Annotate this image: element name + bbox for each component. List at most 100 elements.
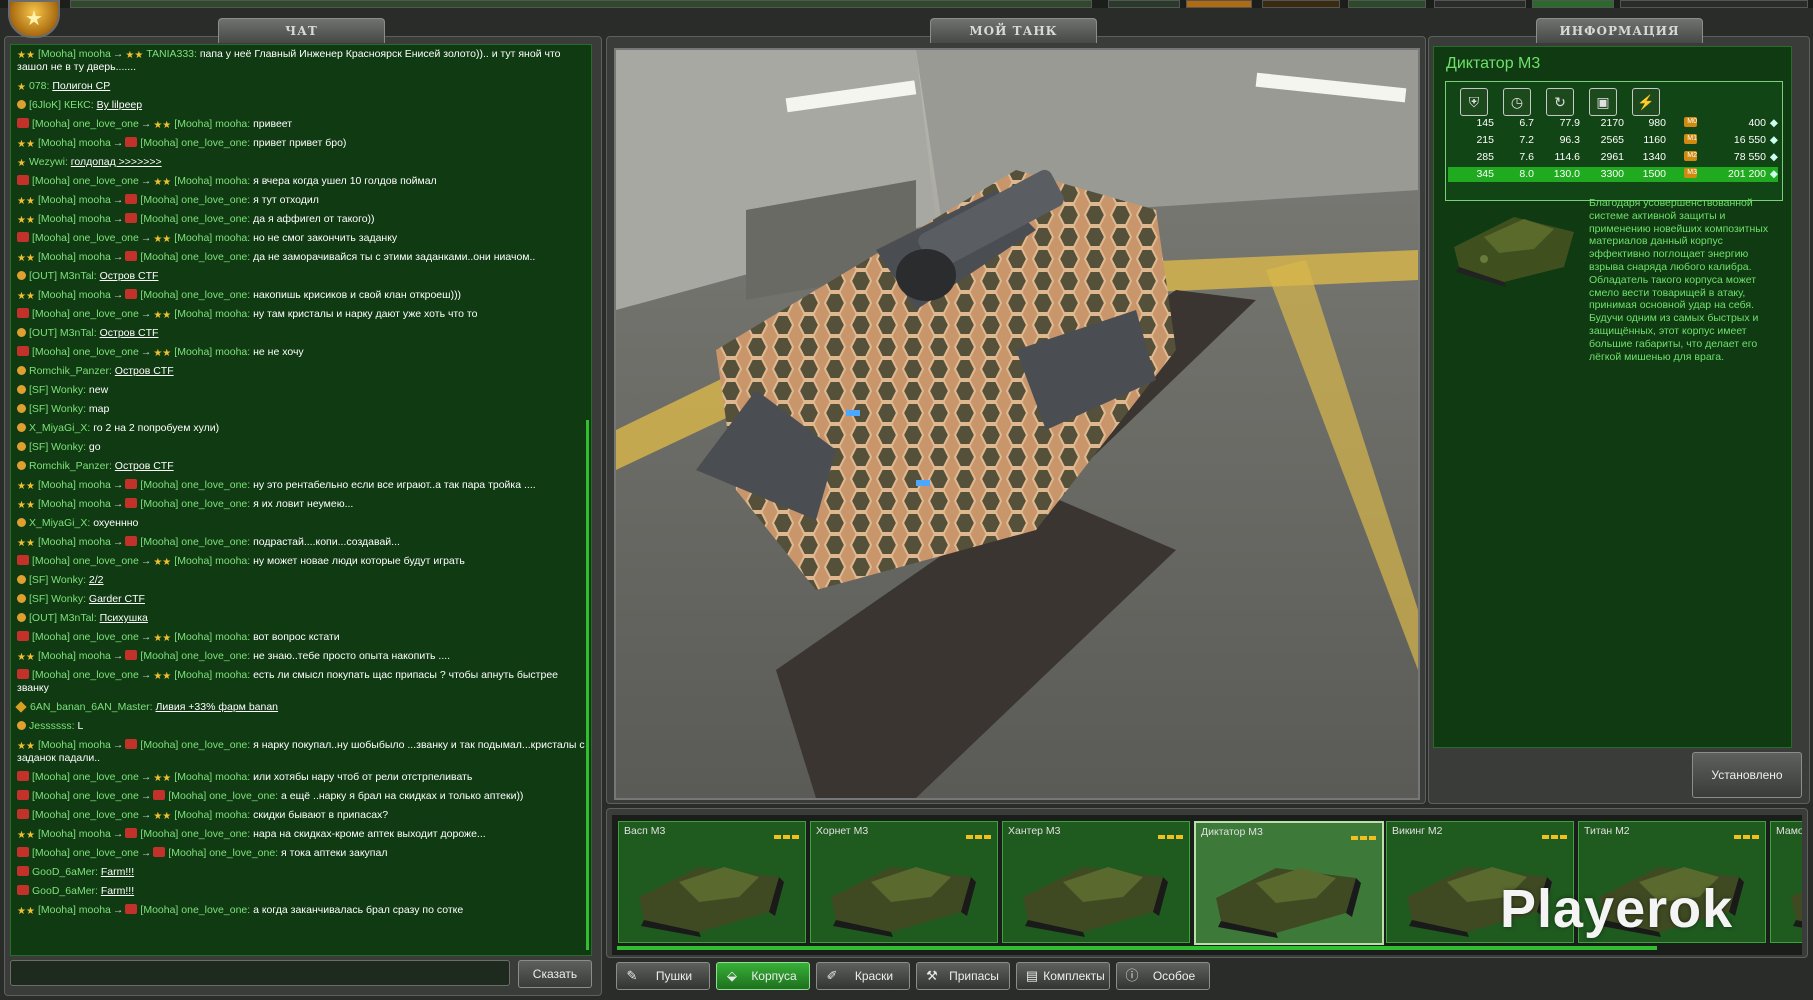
item-list-scrollbar[interactable] <box>617 946 1657 950</box>
chat-recipient[interactable]: [Mooha] one_love_one: <box>140 536 250 548</box>
category-button-3[interactable]: ⚒ Припасы <box>916 962 1010 990</box>
category-button-0[interactable]: ✎ Пушки <box>616 962 710 990</box>
battle-link[interactable]: Остров CTF <box>100 270 159 282</box>
item-card[interactable]: Мамо <box>1770 821 1802 943</box>
chat-recipient[interactable]: [Mooha] mooha: <box>174 175 250 187</box>
category-button-2[interactable]: ✐ Краски <box>816 962 910 990</box>
chat-sender[interactable]: [Mooha] mooha <box>38 650 111 662</box>
chat-recipient[interactable]: [Mooha] mooha: <box>174 669 250 681</box>
chat-sender[interactable]: [OUT] M3nTal: <box>29 270 97 282</box>
chat-sender[interactable]: [Mooha] one_love_one <box>32 809 139 821</box>
rank-emblem-icon[interactable]: ★ <box>8 0 60 38</box>
chat-recipient[interactable]: [Mooha] one_love_one: <box>140 498 250 510</box>
modification-row[interactable]: 215 7.2 96.3 2565 1160 M1 16 550 ◆ <box>1448 133 1778 148</box>
chat-sender[interactable]: Romchik_Panzer: <box>29 365 112 377</box>
chat-sender[interactable]: Jessssss: <box>29 720 75 732</box>
chat-sender[interactable]: [6JloK] КЕКС: <box>29 99 94 111</box>
chat-recipient[interactable]: [Mooha] one_love_one: <box>140 479 250 491</box>
chat-recipient[interactable]: [Mooha] one_love_one: <box>168 847 278 859</box>
chat-sender[interactable]: [OUT] M3nTal: <box>29 612 97 624</box>
chat-sender[interactable]: GooD_6aMer: <box>32 885 98 897</box>
chat-scrollbar[interactable] <box>586 420 589 950</box>
battle-link[interactable]: Farm!!! <box>101 885 134 897</box>
chat-sender[interactable]: [Mooha] mooha <box>38 194 111 206</box>
chat-sender[interactable]: GooD_6aMer: <box>32 866 98 878</box>
chat-sender[interactable]: [Mooha] mooha <box>38 137 111 149</box>
chat-sender[interactable]: [Mooha] mooha <box>38 498 111 510</box>
chat-recipient[interactable]: TANIA333: <box>146 48 197 60</box>
chat-recipient[interactable]: [Mooha] one_love_one: <box>140 828 250 840</box>
chat-sender[interactable]: [Mooha] one_love_one <box>32 847 139 859</box>
chat-sender[interactable]: [SF] Wonky: <box>29 593 86 605</box>
chat-recipient[interactable]: [Mooha] one_love_one: <box>140 137 250 149</box>
battle-link[interactable]: Остров CTF <box>115 460 174 472</box>
chat-sender[interactable]: [Mooha] mooha <box>38 828 111 840</box>
chat-sender[interactable]: [Mooha] one_love_one <box>32 790 139 802</box>
chat-sender[interactable]: [Mooha] mooha <box>38 251 111 263</box>
category-button-5[interactable]: ⓘ Особое <box>1116 962 1210 990</box>
modification-row[interactable]: 345 8.0 130.0 3300 1500 M3 201 200 ◆ <box>1448 167 1778 182</box>
chat-sender[interactable]: [SF] Wonky: <box>29 441 86 453</box>
send-button[interactable]: Сказать <box>518 960 592 988</box>
chat-sender[interactable]: 078: <box>29 80 49 92</box>
chat-recipient[interactable]: [Mooha] mooha: <box>174 771 250 783</box>
chat-sender[interactable]: [Mooha] mooha <box>38 479 111 491</box>
chat-sender[interactable]: [Mooha] one_love_one <box>32 555 139 567</box>
chat-messages[interactable]: ★★ [Mooha] mooha → ★★ TANIA333: папа у неё Г… <box>10 44 592 956</box>
category-button-4[interactable]: ▤ Комплекты <box>1016 962 1110 990</box>
chat-sender[interactable]: [SF] Wonky: <box>29 384 86 396</box>
chat-recipient[interactable]: [Mooha] mooha: <box>174 631 250 643</box>
chat-recipient[interactable]: [Mooha] mooha: <box>174 232 250 244</box>
chat-sender[interactable]: [Mooha] one_love_one <box>32 308 139 320</box>
modification-row[interactable]: 145 6.7 77.9 2170 980 M0 400 ◆ <box>1448 116 1778 131</box>
chat-sender[interactable]: [SF] Wonky: <box>29 574 86 586</box>
battle-link[interactable]: Остров CTF <box>100 327 159 339</box>
installed-button[interactable]: Установлено <box>1692 752 1802 798</box>
tank-preview[interactable] <box>614 48 1420 800</box>
chat-sender[interactable]: [Mooha] one_love_one <box>32 631 139 643</box>
item-card[interactable]: Хантер M3 <box>1002 821 1190 943</box>
tab-chat[interactable]: ЧАТ <box>218 18 385 43</box>
battle-link[interactable]: Garder CTF <box>89 593 145 605</box>
chat-sender[interactable]: X_MiyaGi_X: <box>29 422 90 434</box>
chat-recipient[interactable]: [Mooha] one_love_one: <box>140 739 250 751</box>
chat-sender[interactable]: [Mooha] mooha <box>38 48 111 60</box>
chat-sender[interactable]: [OUT] M3nTal: <box>29 327 97 339</box>
chat-recipient[interactable]: [Mooha] one_love_one: <box>168 790 278 802</box>
tab-information[interactable]: ИНФОРМАЦИЯ <box>1536 18 1703 43</box>
chat-sender[interactable]: [Mooha] one_love_one <box>32 346 139 358</box>
chat-sender[interactable]: [Mooha] one_love_one <box>32 118 139 130</box>
item-card[interactable]: Васп M3 <box>618 821 806 943</box>
chat-recipient[interactable]: [Mooha] one_love_one: <box>140 289 250 301</box>
battle-link[interactable]: Ливия +33% фарм banan <box>156 701 279 713</box>
chat-recipient[interactable]: [Mooha] mooha: <box>174 346 250 358</box>
chat-sender[interactable]: Romchik_Panzer: <box>29 460 112 472</box>
chat-recipient[interactable]: [Mooha] one_love_one: <box>140 904 250 916</box>
chat-sender[interactable]: [Mooha] mooha <box>38 904 111 916</box>
modification-row[interactable]: 285 7.6 114.6 2961 1340 M2 78 550 ◆ <box>1448 150 1778 165</box>
chat-sender[interactable]: Wezywi: <box>29 156 68 168</box>
chat-sender[interactable]: X_MiyaGi_X: <box>29 517 90 529</box>
chat-sender[interactable]: [Mooha] one_love_one <box>32 175 139 187</box>
chat-recipient[interactable]: [Mooha] one_love_one: <box>140 213 250 225</box>
chat-sender[interactable]: [Mooha] mooha <box>38 213 111 225</box>
battle-link[interactable]: Остров CTF <box>115 365 174 377</box>
item-card[interactable]: Диктатор M3 <box>1194 821 1384 945</box>
chat-recipient[interactable]: [Mooha] mooha: <box>174 118 250 130</box>
chat-recipient[interactable]: [Mooha] mooha: <box>174 809 250 821</box>
chat-sender[interactable]: [Mooha] one_love_one <box>32 669 139 681</box>
chat-recipient[interactable]: [Mooha] mooha: <box>174 555 250 567</box>
chat-recipient[interactable]: [Mooha] one_love_one: <box>140 194 250 206</box>
chat-sender[interactable]: [Mooha] one_love_one <box>32 232 139 244</box>
tab-my-tank[interactable]: МОЙ ТАНК <box>930 18 1097 43</box>
battle-link[interactable]: Farm!!! <box>101 866 134 878</box>
battle-link[interactable]: Полигон CP <box>52 80 110 92</box>
chat-sender[interactable]: [SF] Wonky: <box>29 403 86 415</box>
chat-sender[interactable]: [Mooha] mooha <box>38 536 111 548</box>
item-card[interactable]: Хорнет M3 <box>810 821 998 943</box>
chat-input[interactable] <box>10 960 510 986</box>
battle-link[interactable]: By lilpeep <box>97 99 143 111</box>
chat-recipient[interactable]: [Mooha] one_love_one: <box>140 251 250 263</box>
chat-recipient[interactable]: [Mooha] one_love_one: <box>140 650 250 662</box>
category-button-1[interactable]: ⬙ Корпуса <box>716 962 810 990</box>
